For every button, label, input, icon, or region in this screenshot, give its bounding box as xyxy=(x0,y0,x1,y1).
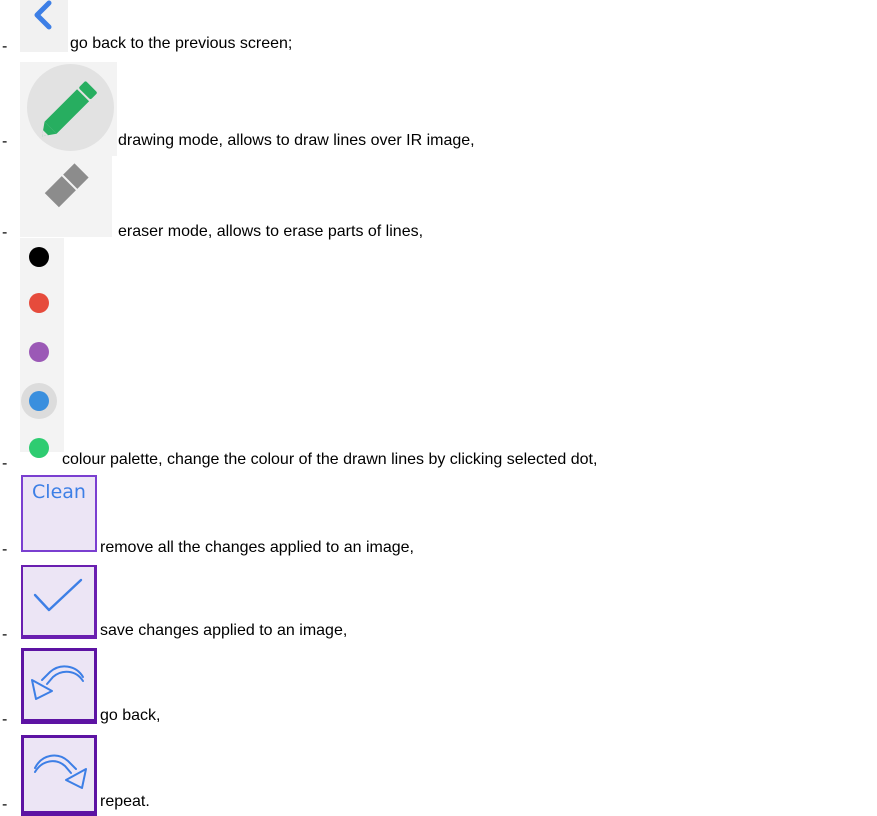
item-text-back: go back to the previous screen; xyxy=(70,35,293,52)
palette-dot-black[interactable] xyxy=(29,247,49,267)
palette-dot-blue[interactable] xyxy=(29,391,49,411)
eraser-icon xyxy=(44,163,89,208)
item-text-palette: colour palette, change the colour of the… xyxy=(62,451,598,468)
item-text-eraser: eraser mode, allows to erase parts of li… xyxy=(118,223,424,240)
pencil-icon xyxy=(42,81,97,137)
chevron-left-icon xyxy=(34,0,52,30)
clean-button[interactable]: Clean xyxy=(21,475,97,552)
list-dash: - xyxy=(2,224,8,241)
redo-icon xyxy=(34,754,87,789)
undo-icon xyxy=(31,665,84,700)
colour-palette xyxy=(20,238,64,458)
redo-button[interactable] xyxy=(21,735,97,816)
item-text-redo: repeat. xyxy=(100,793,150,810)
eraser-mode-button[interactable] xyxy=(20,155,112,237)
clean-button-label: Clean xyxy=(32,481,86,503)
list-dash: - xyxy=(2,38,8,55)
back-button-preview[interactable] xyxy=(20,0,68,52)
item-text-draw: drawing mode, allows to draw lines over … xyxy=(118,132,475,149)
item-text-clean: remove all the changes applied to an ima… xyxy=(100,539,414,556)
list-dash: - xyxy=(2,133,8,150)
item-text-save: save changes applied to an image, xyxy=(100,622,348,639)
palette-dot-purple[interactable] xyxy=(29,342,49,362)
item-text-undo: go back, xyxy=(100,707,161,724)
draw-mode-button[interactable] xyxy=(27,64,114,151)
palette-dot-green[interactable] xyxy=(29,438,49,458)
list-dash: - xyxy=(2,541,8,558)
list-dash: - xyxy=(2,796,8,813)
list-dash: - xyxy=(2,455,8,472)
list-dash: - xyxy=(2,626,8,643)
checkmark-icon xyxy=(33,578,83,612)
save-button[interactable] xyxy=(21,565,97,639)
undo-button[interactable] xyxy=(21,648,97,724)
list-dash: - xyxy=(2,711,8,728)
palette-dot-red[interactable] xyxy=(29,293,49,313)
